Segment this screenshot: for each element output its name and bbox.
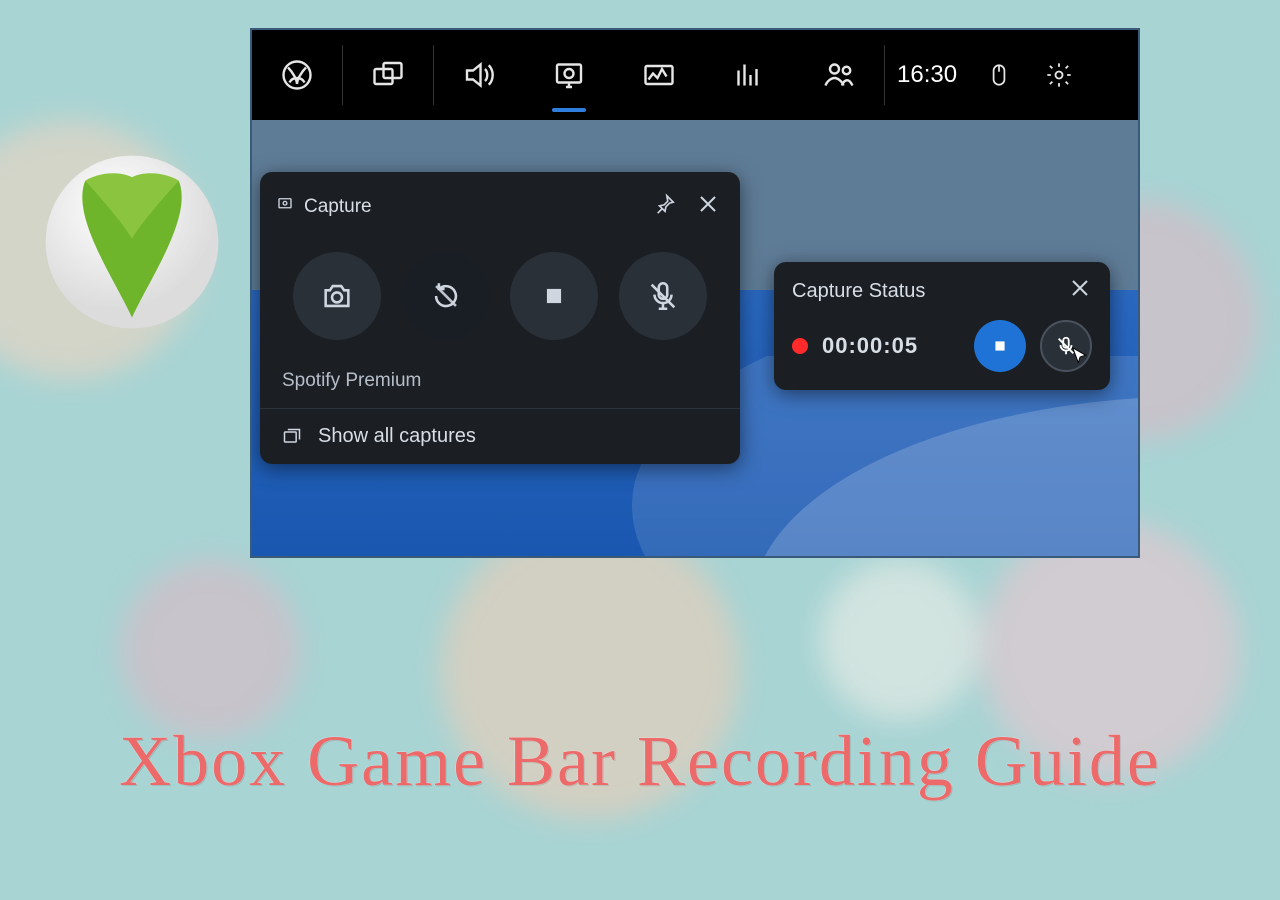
show-all-captures-label: Show all captures	[318, 425, 476, 448]
settings-button[interactable]	[1029, 30, 1089, 120]
capture-panel: Capture Spotify Premium	[260, 172, 740, 464]
xbox-social-button[interactable]	[794, 30, 884, 120]
audio-button[interactable]	[434, 30, 524, 120]
record-last-button[interactable]	[402, 252, 490, 340]
capture-status-title: Capture Status	[792, 280, 925, 303]
clock-text: 16:30	[885, 61, 969, 89]
gamebar-screenshot: 16:30 Capture	[250, 28, 1140, 558]
page-headline: Xbox Game Bar Recording Guide	[0, 720, 1280, 803]
performance-button[interactable]	[614, 30, 704, 120]
recording-timer: 00:00:05	[822, 333, 918, 359]
mic-toggle-button[interactable]	[619, 252, 707, 340]
capture-panel-title: Capture	[304, 196, 372, 218]
capture-status-panel: Capture Status 00:00:05	[774, 262, 1110, 390]
xbox-home-button[interactable]	[252, 30, 342, 120]
close-capture-button[interactable]	[682, 186, 724, 228]
status-mic-button[interactable]	[1040, 320, 1092, 372]
show-all-captures-button[interactable]: Show all captures	[260, 408, 740, 464]
widgets-button[interactable]	[343, 30, 433, 120]
gamebar-topbar: 16:30	[252, 30, 1138, 120]
cursor-icon	[1070, 346, 1092, 368]
recording-indicator-icon	[792, 338, 808, 354]
screenshot-button[interactable]	[293, 252, 381, 340]
pin-button[interactable]	[648, 187, 682, 227]
xbox-logo	[42, 152, 222, 332]
resources-button[interactable]	[704, 30, 794, 120]
close-status-button[interactable]	[1068, 276, 1092, 306]
mouse-icon	[969, 30, 1029, 120]
capture-tab-button[interactable]	[524, 30, 614, 120]
capture-widget-icon	[276, 195, 294, 219]
captured-app-name: Spotify Premium	[260, 360, 740, 408]
status-stop-button[interactable]	[974, 320, 1026, 372]
stop-recording-button[interactable]	[510, 252, 598, 340]
